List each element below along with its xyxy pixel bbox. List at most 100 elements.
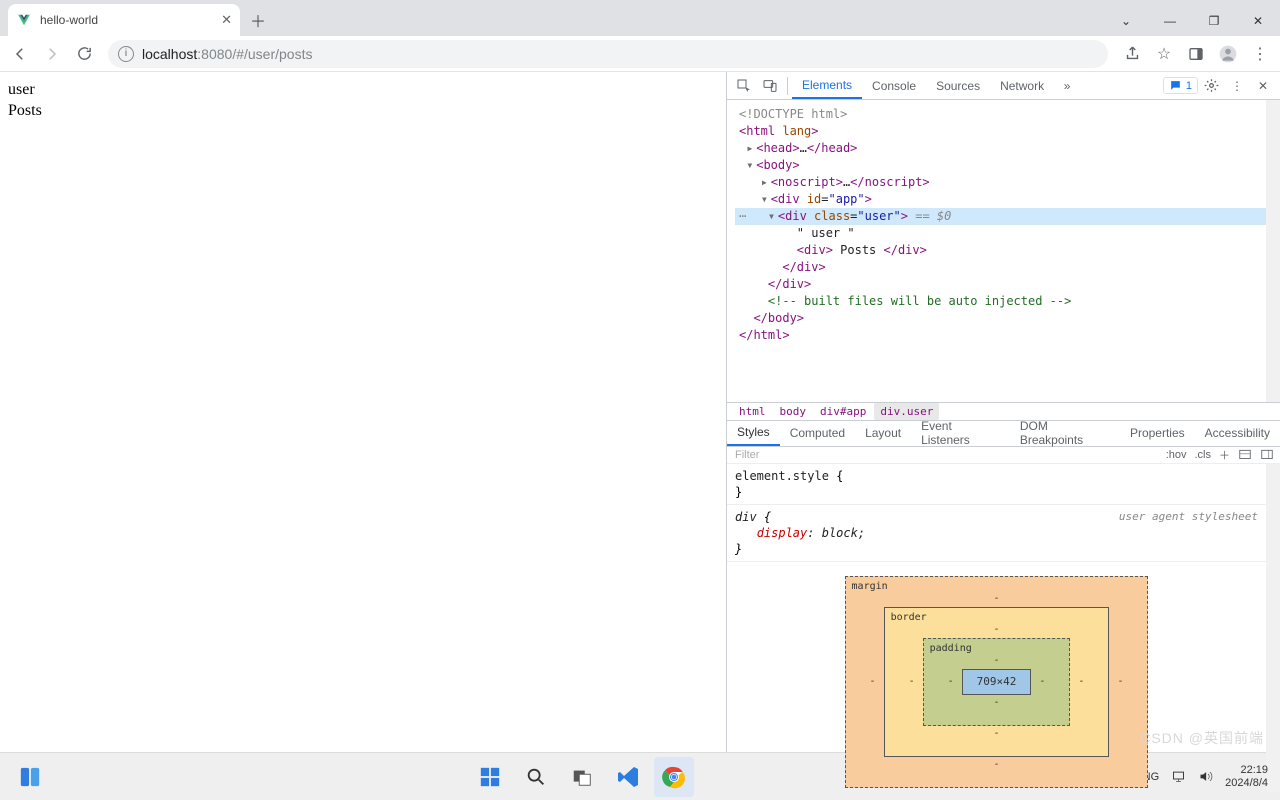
subtab-computed[interactable]: Computed (780, 420, 855, 446)
devtools-tab-console[interactable]: Console (862, 72, 926, 99)
omnibox[interactable]: i localhost:8080/#/user/posts (108, 40, 1108, 68)
crumb-user[interactable]: div.user (874, 403, 939, 420)
forward-button[interactable] (38, 40, 66, 68)
vscode-icon[interactable] (608, 757, 648, 797)
tab-title: hello-world (40, 13, 98, 27)
profile-icon[interactable] (1214, 40, 1242, 68)
close-window-button[interactable]: ✕ (1236, 6, 1280, 36)
url-host: localhost (142, 46, 197, 62)
new-tab-button[interactable]: ＋ (244, 6, 272, 34)
dom-enddiv2: </div> (768, 277, 811, 291)
devtools-tab-elements[interactable]: Elements (792, 72, 862, 99)
dash: - (870, 757, 1124, 773)
cls-toggle[interactable]: .cls (1195, 449, 1212, 461)
widgets-icon[interactable] (10, 757, 50, 797)
browser-tab[interactable]: hello-world ✕ (8, 4, 240, 36)
share-icon[interactable] (1118, 40, 1146, 68)
chevron-down-icon[interactable]: ⌄ (1104, 6, 1148, 36)
more-tabs-icon[interactable]: » (1054, 74, 1080, 98)
search-icon[interactable] (516, 757, 556, 797)
computed-toggle-icon[interactable] (1238, 448, 1252, 462)
dom-head: <head> (756, 141, 799, 155)
crumb-html[interactable]: html (733, 403, 772, 420)
inspect-icon[interactable] (731, 74, 757, 98)
dash: - (948, 674, 954, 690)
subtab-dom-breakpoints[interactable]: DOM Breakpoints (1010, 420, 1120, 446)
devtools-tab-network[interactable]: Network (990, 72, 1054, 99)
dom-doctype: <!DOCTYPE html> (739, 107, 847, 121)
box-border[interactable]: border - - padding - - 709×42 (884, 607, 1110, 757)
styles-pane[interactable]: element.style { } user agent stylesheet … (727, 464, 1266, 792)
scrollbar[interactable] (1266, 464, 1280, 792)
dom-tree[interactable]: <!DOCTYPE html> <html lang> ▸<head>…</he… (727, 100, 1266, 402)
start-icon[interactable] (470, 757, 510, 797)
rule-selector: div (735, 510, 757, 524)
close-tab-icon[interactable]: ✕ (221, 12, 232, 28)
sidebar-toggle-icon[interactable] (1260, 448, 1274, 462)
back-button[interactable] (6, 40, 34, 68)
crumb-body[interactable]: body (774, 403, 813, 420)
devtools-close-icon[interactable]: ✕ (1250, 74, 1276, 98)
dom-html-open: <html (739, 124, 782, 138)
side-panel-icon[interactable] (1182, 40, 1210, 68)
dom-selected-line[interactable]: ⋯ ▾<div class="user"> == $0 (735, 208, 1266, 225)
breadcrumb: html body div#app div.user (727, 402, 1280, 420)
border-label: border (891, 610, 927, 626)
padding-label: padding (930, 641, 972, 657)
dom-posts-close: </div> (884, 243, 927, 257)
collapse-icon[interactable]: ▾ (746, 157, 756, 174)
devtools-top-bar: Elements Console Sources Network » 1 ⋮ ✕ (727, 72, 1280, 100)
chrome-icon[interactable] (654, 757, 694, 797)
site-info-icon[interactable]: i (118, 46, 134, 62)
subtab-properties[interactable]: Properties (1120, 420, 1195, 446)
minimize-button[interactable]: — (1148, 6, 1192, 36)
box-padding[interactable]: padding - - 709×42 - - (923, 638, 1071, 726)
brace: } (735, 542, 742, 556)
kebab-menu-icon[interactable]: ⋮ (1246, 40, 1274, 68)
dom-endhtml: </html> (739, 328, 790, 342)
rule-element-style[interactable]: element.style { } (727, 464, 1266, 505)
subtab-event-listeners[interactable]: Event Listeners (911, 420, 1010, 446)
box-model: margin - - border - - padding - (727, 562, 1266, 792)
url-port: :8080 (197, 46, 232, 62)
box-content[interactable]: 709×42 (962, 669, 1032, 695)
collapse-icon[interactable]: ▾ (768, 208, 778, 225)
subtab-layout[interactable]: Layout (855, 420, 911, 446)
window-controls: ⌄ — ❐ ✕ (1104, 6, 1280, 36)
styles-toolbar: Filter :hov .cls ＋ (727, 447, 1280, 464)
devtools-tab-sources[interactable]: Sources (926, 72, 990, 99)
subtab-accessibility[interactable]: Accessibility (1195, 420, 1280, 446)
task-view-icon[interactable] (562, 757, 602, 797)
styles-filter-input[interactable]: Filter (733, 447, 1158, 463)
device-toggle-icon[interactable] (757, 74, 783, 98)
settings-icon[interactable] (1198, 74, 1224, 98)
hov-toggle[interactable]: :hov (1166, 449, 1187, 461)
dom-close: > (811, 124, 818, 138)
styles-subtabs: Styles Computed Layout Event Listeners D… (727, 420, 1280, 447)
scrollbar[interactable] (1266, 100, 1280, 402)
collapse-icon[interactable]: ▾ (761, 191, 771, 208)
subtab-styles[interactable]: Styles (727, 420, 780, 446)
maximize-button[interactable]: ❐ (1192, 6, 1236, 36)
brace: } (735, 485, 742, 499)
dom-attrv: "user" (857, 209, 900, 223)
dom-attrv: "app" (829, 192, 865, 206)
dom-attr: lang (782, 124, 811, 138)
dom-sel-mark: == $0 (908, 209, 951, 223)
expand-icon[interactable]: ▸ (746, 140, 756, 157)
reload-button[interactable] (70, 40, 98, 68)
devtools-kebab-icon[interactable]: ⋮ (1224, 74, 1250, 98)
dom-user-open: <div (778, 209, 814, 223)
expand-icon[interactable]: ▸ (761, 174, 771, 191)
dom-text-user: " user " (797, 226, 855, 240)
issues-badge[interactable]: 1 (1163, 77, 1198, 94)
dom-ell: … (800, 141, 807, 155)
dash: - (870, 674, 876, 690)
crumb-app[interactable]: div#app (814, 403, 872, 420)
dom-enddiv: </div> (782, 260, 825, 274)
new-rule-icon[interactable]: ＋ (1219, 447, 1230, 463)
box-margin[interactable]: margin - - border - - padding - (845, 576, 1149, 788)
rule-div[interactable]: user agent stylesheet div { display: blo… (727, 505, 1266, 562)
browser-title-bar: hello-world ✕ ＋ ⌄ — ❐ ✕ (0, 0, 1280, 36)
bookmark-icon[interactable]: ☆ (1150, 40, 1178, 68)
